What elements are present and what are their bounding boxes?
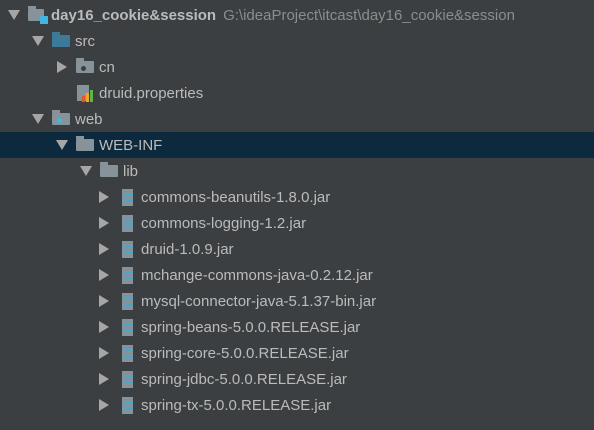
chevron-right-icon[interactable] — [96, 267, 112, 283]
jar-icon — [118, 189, 136, 206]
tree-item-label: mchange-commons-java-0.2.12.jar — [141, 266, 373, 284]
tree-item-label: WEB-INF — [99, 136, 163, 154]
chevron-down-icon[interactable] — [30, 33, 46, 49]
chevron-down-icon[interactable] — [6, 7, 22, 23]
tree-item-mchange-commons-java-0-2-12-jar[interactable]: mchange-commons-java-0.2.12.jar — [0, 262, 594, 288]
project-folder-icon — [28, 6, 48, 24]
tree-item-label: spring-beans-5.0.0.RELEASE.jar — [141, 318, 361, 336]
web-folder-icon — [52, 110, 70, 127]
tree-item-label: druid-1.0.9.jar — [141, 240, 234, 258]
source-folder-icon — [52, 32, 70, 49]
chevron-down-icon[interactable] — [54, 137, 70, 153]
jar-icon — [118, 371, 136, 388]
tree-item-cn[interactable]: cn — [0, 54, 594, 80]
tree-item-label: day16_cookie&session — [51, 6, 217, 24]
chevron-right-icon[interactable] — [96, 371, 112, 387]
chevron-right-icon[interactable] — [96, 319, 112, 335]
tree-item-label: mysql-connector-java-5.1.37-bin.jar — [141, 292, 377, 310]
tree-item-label: druid.properties — [99, 84, 204, 102]
tree-item-label: web — [75, 110, 103, 128]
chevron-down-icon[interactable] — [30, 111, 46, 127]
tree-item-web[interactable]: web — [0, 106, 594, 132]
chevron-right-icon[interactable] — [96, 241, 112, 257]
tree-item-label: spring-core-5.0.0.RELEASE.jar — [141, 344, 349, 362]
tree-item-label: spring-tx-5.0.0.RELEASE.jar — [141, 396, 332, 414]
tree-item-label: commons-logging-1.2.jar — [141, 214, 307, 232]
tree-item-src[interactable]: src — [0, 28, 594, 54]
tree-item-druid-properties[interactable]: druid.properties — [0, 80, 594, 106]
jar-icon — [118, 267, 136, 284]
jar-icon — [118, 319, 136, 336]
folder-icon — [76, 136, 94, 153]
tree-item-label: lib — [123, 162, 139, 180]
project-path: G:\ideaProject\itcast\day16_cookie&sessi… — [223, 6, 515, 24]
tree-item-spring-tx-5-0-0-release-jar[interactable]: spring-tx-5.0.0.RELEASE.jar — [0, 392, 594, 418]
tree-item-mysql-connector-java-5-1-37-bin-jar[interactable]: mysql-connector-java-5.1.37-bin.jar — [0, 288, 594, 314]
tree-item-spring-beans-5-0-0-release-jar[interactable]: spring-beans-5.0.0.RELEASE.jar — [0, 314, 594, 340]
chevron-right-icon[interactable] — [96, 345, 112, 361]
chevron-right-icon[interactable] — [54, 59, 70, 75]
tree-item-label: cn — [99, 58, 115, 76]
tree-item-label: src — [75, 32, 95, 50]
tree-item-lib[interactable]: lib — [0, 158, 594, 184]
folder-icon — [100, 162, 118, 179]
chevron-right-icon[interactable] — [96, 215, 112, 231]
tree-item-spring-jdbc-5-0-0-release-jar[interactable]: spring-jdbc-5.0.0.RELEASE.jar — [0, 366, 594, 392]
chevron-right-icon[interactable] — [96, 293, 112, 309]
jar-icon — [118, 397, 136, 414]
tree-item-web-inf[interactable]: WEB-INF — [0, 132, 594, 158]
tree-item-label: commons-beanutils-1.8.0.jar — [141, 188, 331, 206]
chevron-right-icon[interactable] — [96, 397, 112, 413]
jar-icon — [118, 293, 136, 310]
package-icon — [76, 58, 94, 75]
jar-icon — [118, 345, 136, 362]
jar-icon — [118, 215, 136, 232]
tree-item-commons-logging-1-2-jar[interactable]: commons-logging-1.2.jar — [0, 210, 594, 236]
chevron-down-icon[interactable] — [78, 163, 94, 179]
chevron-right-icon[interactable] — [96, 189, 112, 205]
tree-item-spring-core-5-0-0-release-jar[interactable]: spring-core-5.0.0.RELEASE.jar — [0, 340, 594, 366]
tree-item-label: spring-jdbc-5.0.0.RELEASE.jar — [141, 370, 347, 388]
tree-item-day16-cookie-session[interactable]: day16_cookie&session G:\ideaProject\itcas… — [0, 2, 594, 28]
tree-item-druid-1-0-9-jar[interactable]: druid-1.0.9.jar — [0, 236, 594, 262]
project-tree: day16_cookie&session G:\ideaProject\itcas… — [0, 2, 594, 418]
properties-file-icon — [76, 85, 94, 102]
tree-item-commons-beanutils-1-8-0-jar[interactable]: commons-beanutils-1.8.0.jar — [0, 184, 594, 210]
jar-icon — [118, 241, 136, 258]
